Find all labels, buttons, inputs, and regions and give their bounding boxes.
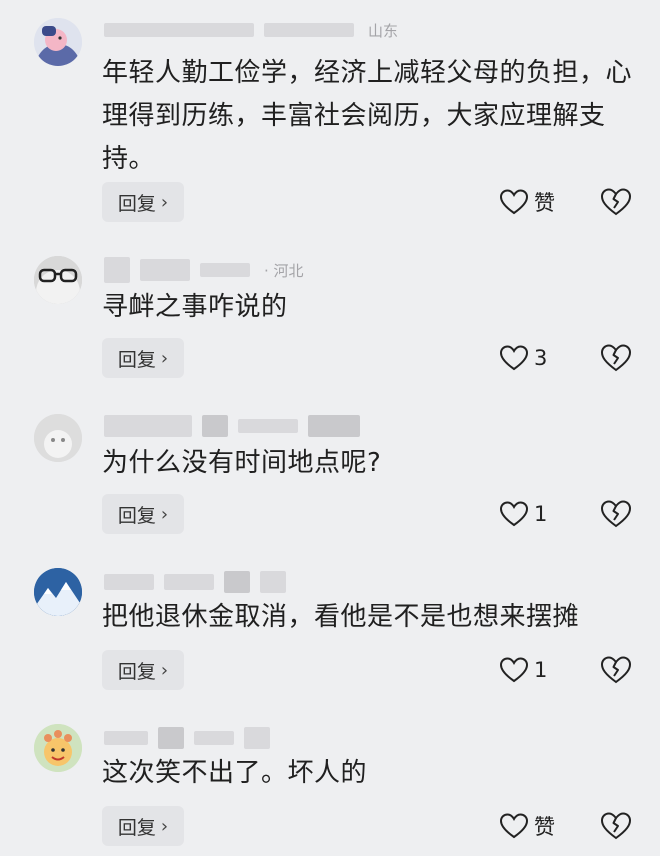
broken-heart-icon bbox=[601, 500, 631, 528]
location-redacted bbox=[308, 415, 360, 437]
like-count: 1 bbox=[534, 502, 548, 526]
chevron-right-icon: › bbox=[160, 347, 169, 369]
dislike-button[interactable] bbox=[601, 806, 631, 846]
broken-heart-icon bbox=[601, 812, 631, 840]
like-button[interactable]: 赞 bbox=[500, 806, 555, 846]
user-avatar[interactable] bbox=[34, 724, 82, 772]
like-button[interactable]: 1 bbox=[500, 494, 547, 534]
time-redacted bbox=[238, 419, 298, 433]
comment-meta: 山东 bbox=[104, 18, 398, 42]
like-count: 赞 bbox=[534, 191, 555, 215]
mountain-avatar-icon bbox=[34, 568, 82, 616]
broken-heart-icon bbox=[601, 344, 631, 372]
time-redacted bbox=[264, 23, 354, 37]
dislike-button[interactable] bbox=[601, 494, 631, 534]
comment-meta bbox=[104, 570, 296, 594]
reply-button[interactable]: 回复 › bbox=[102, 182, 184, 222]
reply-button[interactable]: 回复 › bbox=[102, 338, 184, 378]
dislike-button[interactable] bbox=[601, 182, 631, 222]
chevron-right-icon: › bbox=[160, 191, 169, 213]
username-redacted bbox=[104, 257, 130, 283]
username-redacted bbox=[104, 415, 192, 437]
username-redacted bbox=[140, 259, 190, 281]
time-redacted bbox=[194, 731, 234, 745]
chevron-right-icon: › bbox=[160, 503, 169, 525]
comment-feed: 山东 年轻人勤工俭学，经济上减轻父母的负担，心理得到历练，丰富社会阅历，大家应理… bbox=[0, 0, 660, 856]
username-redacted bbox=[104, 731, 148, 745]
comment-text: 寻衅之事咋说的 bbox=[102, 292, 288, 322]
glasses-avatar-icon bbox=[34, 256, 82, 304]
reply-label: 回复 bbox=[117, 816, 156, 839]
user-avatar[interactable] bbox=[34, 256, 82, 304]
reply-label: 回复 bbox=[117, 504, 156, 527]
location-redacted bbox=[244, 727, 270, 749]
like-count: 赞 bbox=[534, 815, 555, 839]
reply-label: 回复 bbox=[117, 348, 156, 371]
broken-heart-icon bbox=[601, 656, 631, 684]
comment-meta bbox=[104, 414, 370, 438]
location-redacted bbox=[260, 571, 286, 593]
username-redacted bbox=[158, 727, 184, 749]
heart-outline-icon bbox=[500, 189, 528, 215]
heart-outline-icon bbox=[500, 345, 528, 371]
username-redacted bbox=[202, 415, 228, 437]
heart-outline-icon bbox=[500, 657, 528, 683]
user-avatar[interactable] bbox=[34, 414, 82, 462]
comment-item: 为什么没有时间地点呢? 回复 › 1 bbox=[0, 398, 660, 556]
cartoon-face-avatar-icon bbox=[34, 724, 82, 772]
reply-button[interactable]: 回复 › bbox=[102, 650, 184, 690]
username-redacted bbox=[164, 574, 214, 590]
comment-location: 山东 bbox=[368, 21, 399, 40]
reply-button[interactable]: 回复 › bbox=[102, 494, 184, 534]
like-button[interactable]: 赞 bbox=[500, 182, 555, 222]
cartoon-avatar-icon bbox=[34, 18, 82, 66]
user-avatar[interactable] bbox=[34, 18, 82, 66]
heart-outline-icon bbox=[500, 813, 528, 839]
chevron-right-icon: › bbox=[160, 815, 169, 837]
reply-label: 回复 bbox=[117, 660, 156, 683]
heart-outline-icon bbox=[500, 501, 528, 527]
username-redacted bbox=[104, 23, 254, 37]
comment-item: 山东 年轻人勤工俭学，经济上减轻父母的负担，心理得到历练，丰富社会阅历，大家应理… bbox=[0, 0, 660, 238]
dislike-button[interactable] bbox=[601, 650, 631, 690]
like-count: 3 bbox=[534, 346, 548, 370]
comment-text: 为什么没有时间地点呢? bbox=[102, 448, 382, 478]
time-redacted bbox=[224, 571, 250, 593]
user-avatar[interactable] bbox=[34, 568, 82, 616]
gray-avatar-icon bbox=[34, 414, 82, 462]
comment-text: 年轻人勤工俭学，经济上减轻父母的负担，心理得到历练，丰富社会阅历，大家应理解支持… bbox=[102, 58, 633, 174]
time-redacted bbox=[200, 263, 250, 277]
comment-item: · 河北 寻衅之事咋说的 回复 › 3 bbox=[0, 238, 660, 398]
comment-text: 把他退休金取消，看他是不是也想来摆摊 bbox=[102, 602, 580, 632]
comment-meta bbox=[104, 726, 280, 750]
comment-location: · 河北 bbox=[264, 261, 304, 280]
dislike-button[interactable] bbox=[601, 338, 631, 378]
username-redacted bbox=[104, 574, 154, 590]
chevron-right-icon: › bbox=[160, 659, 169, 681]
reply-label: 回复 bbox=[117, 192, 156, 215]
comment-meta: · 河北 bbox=[104, 257, 304, 283]
like-count: 1 bbox=[534, 658, 548, 682]
comment-text: 这次笑不出了。坏人的 bbox=[102, 758, 368, 788]
like-button[interactable]: 1 bbox=[500, 650, 547, 690]
broken-heart-icon bbox=[601, 188, 631, 216]
reply-button[interactable]: 回复 › bbox=[102, 806, 184, 846]
like-button[interactable]: 3 bbox=[500, 338, 547, 378]
comment-item: 把他退休金取消，看他是不是也想来摆摊 回复 › 1 bbox=[0, 556, 660, 712]
comment-item: 这次笑不出了。坏人的 回复 › 赞 bbox=[0, 712, 660, 856]
